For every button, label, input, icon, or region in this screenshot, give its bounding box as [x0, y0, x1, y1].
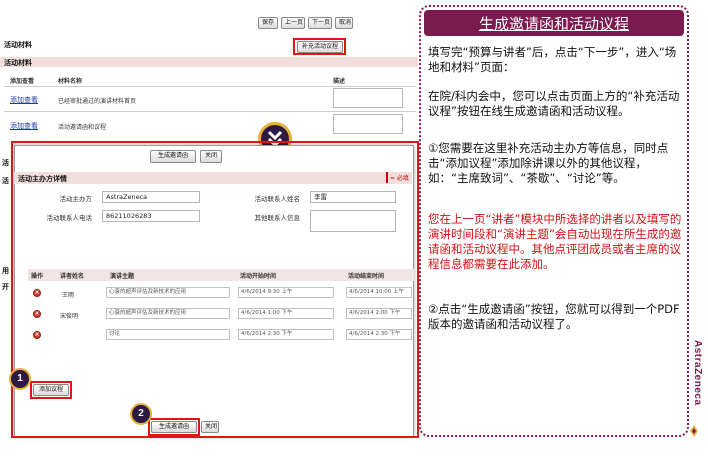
save-button[interactable]: 保存 [258, 17, 278, 29]
col-add-view: 添加查看 [10, 78, 35, 85]
materials-header-bar [0, 57, 418, 67]
background-fragment: 活 [2, 177, 9, 185]
instruction-note: 您在上一页“讲者”模块中所选择的讲者以及填写的演讲时间段和“演讲主题”会自动出现… [428, 212, 682, 271]
material-name: 已经审批通过的演讲材料首页 [58, 98, 137, 105]
panel-title: 生成邀请函和活动议程 [478, 15, 629, 33]
divider [4, 111, 416, 112]
step-2-badge: 2 [130, 403, 152, 425]
background-fragment: 活 [2, 159, 9, 167]
divider [4, 86, 416, 87]
add-view-link[interactable]: 添加查看 [10, 121, 38, 131]
background-fragment: 用 [2, 267, 9, 275]
col-description: 描述 [333, 78, 346, 85]
brand-logo-icon [690, 425, 698, 437]
step-1-badge: 1 [9, 368, 31, 390]
instruction-supplement: 在院/科内会中，您可以点击页面上方的“补充活动议程”按钮在线生成邀请函和活动议程… [428, 89, 680, 118]
instruction-step-1: ①您需要在这里补充活动主办方等信息，同时点击“添加议程”添加除讲课以外的其他议程… [428, 141, 669, 185]
col-material-name: 材料名称 [58, 78, 83, 85]
material-name: 活动邀请函和议程 [58, 124, 107, 131]
cancel-button[interactable]: 取消 [335, 17, 353, 29]
section-title: 活动材料 [4, 41, 32, 49]
highlight-dialog [11, 141, 419, 438]
materials-subtitle: 活动材料 [4, 59, 32, 67]
add-agenda-button[interactable]: 补充活动议程 [297, 41, 343, 53]
instruction-step-2: ②点击“生成邀请函”按钮，您就可以得到一个PDF版本的邀请函和活动议程了。 [428, 302, 680, 331]
next-page-button[interactable]: 下一页 [308, 17, 332, 29]
instruction-step-intro: 填写完“预算与讲者”后，点击“下一步”，进入“场地和材料”页面： [428, 45, 677, 74]
description-field[interactable] [333, 114, 403, 134]
prev-page-button[interactable]: 上一页 [281, 17, 305, 29]
add-view-link[interactable]: 添加查看 [10, 95, 38, 105]
background-fragment: 开 [2, 283, 9, 291]
description-field[interactable] [333, 88, 403, 108]
